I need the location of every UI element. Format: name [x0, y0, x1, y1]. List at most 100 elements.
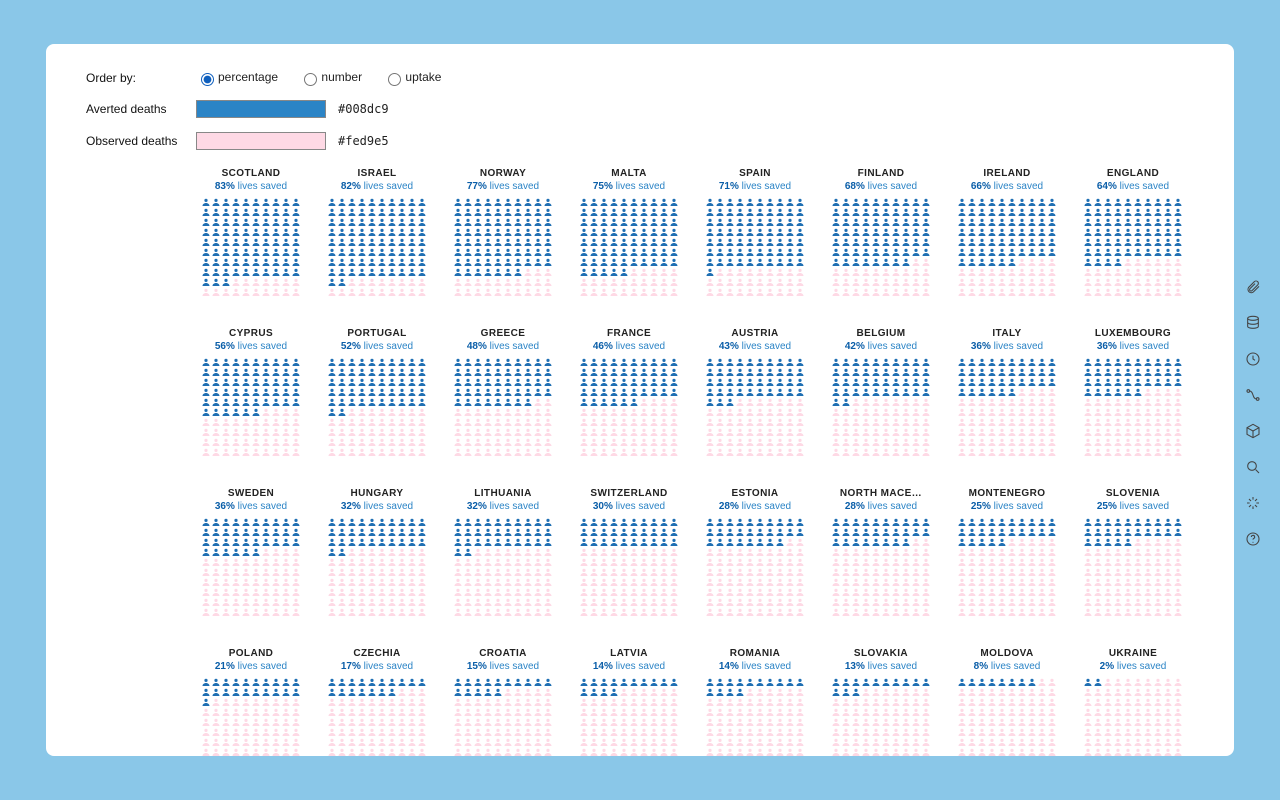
observed-person-icon	[1007, 406, 1017, 416]
averted-person-icon	[407, 356, 417, 366]
observed-person-icon	[619, 426, 629, 436]
observed-person-icon	[891, 576, 901, 586]
observed-person-icon	[407, 556, 417, 566]
averted-person-icon	[503, 366, 513, 376]
observed-person-icon	[851, 606, 861, 616]
country-name: PORTUGAL	[322, 328, 432, 339]
averted-person-icon	[831, 526, 841, 536]
averted-person-icon	[659, 236, 669, 246]
observed-person-icon	[851, 446, 861, 456]
help-icon[interactable]	[1244, 530, 1262, 548]
observed-person-icon	[357, 576, 367, 586]
observed-person-icon	[1113, 706, 1123, 716]
observed-person-icon	[201, 286, 211, 296]
averted-person-icon	[609, 196, 619, 206]
averted-person-icon	[387, 536, 397, 546]
observed-person-icon	[357, 566, 367, 576]
averted-person-icon	[493, 536, 503, 546]
observed-person-icon	[337, 426, 347, 436]
observed-person-icon	[629, 556, 639, 566]
averted-person-icon	[755, 226, 765, 236]
attachment-icon[interactable]	[1244, 278, 1262, 296]
country-cell: LITHUANIA32% lives saved	[448, 488, 558, 616]
radio-number[interactable]: number	[299, 70, 362, 84]
observed-person-icon	[921, 546, 931, 556]
averted-person-icon	[1133, 246, 1143, 256]
observed-person-icon	[1037, 546, 1047, 556]
observed-person-icon	[1143, 266, 1153, 276]
observed-person-icon	[871, 436, 881, 446]
averted-person-icon	[387, 246, 397, 256]
country-name: SLOVENIA	[1078, 488, 1188, 499]
observed-person-icon	[599, 406, 609, 416]
observed-person-icon	[765, 436, 775, 446]
clock-icon[interactable]	[1244, 350, 1262, 368]
observed-person-icon	[881, 446, 891, 456]
observed-person-icon	[241, 276, 251, 286]
observed-person-icon	[281, 696, 291, 706]
observed-person-icon	[629, 266, 639, 276]
averted-person-icon	[407, 236, 417, 246]
radio-uptake[interactable]: uptake	[383, 70, 441, 84]
observed-person-icon	[1103, 696, 1113, 706]
averted-person-icon	[579, 256, 589, 266]
observed-person-icon	[1037, 586, 1047, 596]
observed-person-icon	[453, 746, 463, 756]
averted-person-icon	[639, 236, 649, 246]
observed-person-icon	[599, 556, 609, 566]
observed-person-icon	[639, 436, 649, 446]
observed-person-icon	[397, 726, 407, 736]
curve-icon[interactable]	[1244, 386, 1262, 404]
observed-person-icon	[211, 586, 221, 596]
search-icon[interactable]	[1244, 458, 1262, 476]
observed-person-icon	[639, 726, 649, 736]
observed-person-icon	[1027, 416, 1037, 426]
observed-person-icon	[533, 276, 543, 286]
pictogram-grid	[453, 516, 553, 616]
averted-person-icon	[715, 536, 725, 546]
averted-person-icon	[261, 356, 271, 366]
observed-person-icon	[281, 606, 291, 616]
averted-person-icon	[1173, 236, 1183, 246]
observed-person-icon	[599, 426, 609, 436]
observed-person-icon	[1123, 746, 1133, 756]
averted-person-icon	[493, 236, 503, 246]
averted-person-icon	[891, 206, 901, 216]
observed-person-icon	[1027, 696, 1037, 706]
averted-person-icon	[901, 226, 911, 236]
averted-person-icon	[1083, 206, 1093, 216]
database-icon[interactable]	[1244, 314, 1262, 332]
observed-color-swatch[interactable]	[196, 132, 326, 150]
averted-person-icon	[649, 226, 659, 236]
averted-person-icon	[881, 516, 891, 526]
sparkles-icon[interactable]	[1244, 494, 1262, 512]
averted-color-swatch[interactable]	[196, 100, 326, 118]
observed-person-icon	[599, 586, 609, 596]
averted-person-icon	[609, 376, 619, 386]
observed-person-icon	[861, 546, 871, 556]
radio-percentage[interactable]: percentage	[196, 70, 278, 84]
averted-person-icon	[1083, 196, 1093, 206]
averted-person-icon	[851, 196, 861, 206]
observed-person-icon	[513, 706, 523, 716]
averted-person-icon	[619, 236, 629, 246]
averted-person-icon	[987, 236, 997, 246]
averted-person-icon	[387, 676, 397, 686]
observed-person-icon	[1047, 566, 1057, 576]
pictogram-grid	[579, 196, 679, 296]
averted-person-icon	[599, 236, 609, 246]
averted-person-icon	[1017, 206, 1027, 216]
averted-person-icon	[619, 396, 629, 406]
observed-person-icon	[483, 416, 493, 426]
observed-person-icon	[1123, 716, 1133, 726]
observed-person-icon	[1103, 716, 1113, 726]
averted-person-icon	[387, 196, 397, 206]
averted-person-icon	[977, 206, 987, 216]
averted-person-icon	[589, 196, 599, 206]
observed-person-icon	[513, 406, 523, 416]
averted-person-icon	[997, 676, 1007, 686]
averted-person-icon	[901, 366, 911, 376]
cube-icon[interactable]	[1244, 422, 1262, 440]
observed-person-icon	[503, 286, 513, 296]
observed-person-icon	[1153, 256, 1163, 266]
